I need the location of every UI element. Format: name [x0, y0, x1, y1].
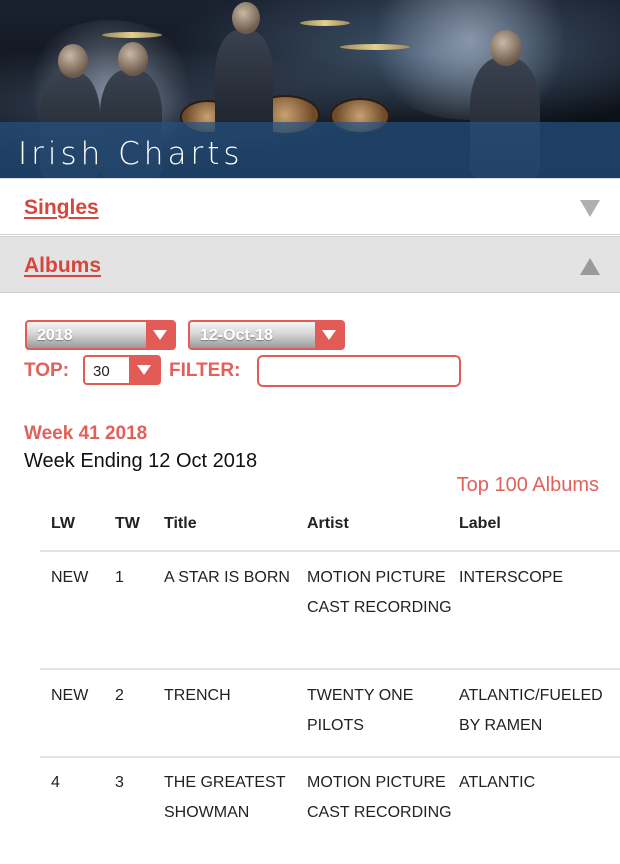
year-select-value: 2018	[37, 327, 73, 344]
dropdown-arrow-icon[interactable]	[315, 322, 343, 348]
cymbal	[340, 44, 410, 50]
cell-artist: TWENTY ONE PILOTS	[307, 687, 414, 734]
accordion-albums[interactable]: Albums	[0, 236, 620, 293]
musician-head	[118, 42, 148, 76]
albums-link[interactable]: Albums	[24, 254, 101, 278]
dropdown-arrow-icon[interactable]	[129, 357, 159, 383]
cell-tw: 1	[115, 569, 124, 586]
cell-lw: 4	[51, 774, 60, 791]
filter-label: FILTER:	[169, 360, 241, 381]
week-ending: Week Ending 12 Oct 2018	[24, 450, 258, 472]
top-select-value: 30	[93, 363, 110, 380]
musician-head	[490, 30, 522, 66]
cell-label: ATLANTIC	[459, 774, 536, 791]
cymbal	[102, 32, 162, 38]
chevron-up-icon[interactable]	[580, 258, 600, 275]
cymbal	[300, 20, 350, 26]
page-title: Irish Charts	[18, 136, 244, 172]
cell-label: INTERSCOPE	[459, 569, 564, 586]
top-select[interactable]: 30	[83, 355, 161, 385]
cell-lw: NEW	[51, 569, 89, 586]
cell-artist: MOTION PICTURE CAST RECORDING	[307, 774, 452, 821]
top-label: TOP:	[24, 360, 70, 381]
cell-title: A STAR IS BORN	[164, 569, 290, 586]
cell-tw: 2	[115, 687, 124, 704]
cell-label: ATLANTIC/FUELED BY RAMEN	[459, 687, 603, 734]
top-100-albums-link[interactable]: Top 100 Albums	[457, 474, 599, 497]
column-header-label: Label	[459, 515, 501, 532]
filter-input[interactable]	[257, 355, 461, 387]
chevron-down-icon[interactable]	[580, 200, 600, 217]
date-select[interactable]: 12-Oct-18	[188, 320, 345, 350]
column-header-artist: Artist	[307, 515, 349, 532]
row-divider	[40, 668, 620, 670]
singles-link[interactable]: Singles	[24, 196, 99, 220]
row-divider	[40, 756, 620, 758]
dropdown-arrow-icon[interactable]	[146, 322, 174, 348]
cell-lw: NEW	[51, 687, 89, 704]
accordion-singles[interactable]: Singles	[0, 178, 620, 235]
cell-title: TRENCH	[164, 687, 231, 704]
column-header-title: Title	[164, 515, 197, 532]
header-banner: Irish Charts	[0, 0, 620, 178]
cell-title: THE GREATEST SHOWMAN	[164, 774, 286, 821]
cell-tw: 3	[115, 774, 124, 791]
year-select[interactable]: 2018	[25, 320, 176, 350]
cell-artist: MOTION PICTURE CAST RECORDING	[307, 569, 452, 616]
row-divider	[40, 550, 620, 552]
week-title: Week 41 2018	[24, 423, 148, 444]
musician-head	[58, 44, 88, 78]
column-header-tw: TW	[115, 515, 140, 532]
musician-head	[232, 2, 260, 34]
column-header-lw: LW	[51, 515, 75, 532]
date-select-value: 12-Oct-18	[200, 327, 273, 344]
